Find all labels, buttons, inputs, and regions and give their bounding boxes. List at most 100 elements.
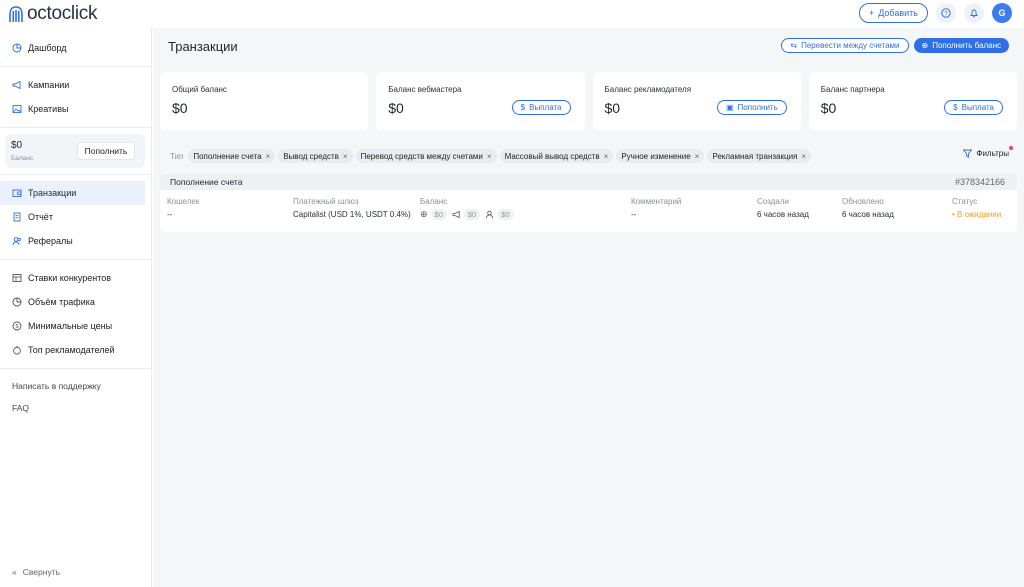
user-icon: [486, 210, 494, 219]
dollar-circle-icon: $: [520, 103, 526, 112]
question-icon: ?: [941, 8, 951, 18]
document-icon: [12, 212, 22, 222]
megaphone-icon: [12, 80, 22, 90]
brand-name: octoclick: [27, 3, 98, 24]
sidebar-item-label: Дашборд: [28, 43, 67, 53]
bell-icon: [970, 9, 978, 18]
help-button[interactable]: ?: [936, 3, 956, 23]
card-value: $0: [172, 100, 188, 116]
sidebar-item-competitor-bids[interactable]: Ставки конкурентов: [0, 266, 145, 290]
card-partner-balance: Баланс партнера $0 $ Выплата: [808, 72, 1017, 130]
divider: [0, 174, 151, 175]
sidebar-item-traffic-volume[interactable]: Объём трафика: [0, 290, 145, 314]
status-value: В ожидании: [957, 210, 1002, 219]
notifications-button[interactable]: [964, 3, 984, 23]
sidebar-item-label: Рефералы: [28, 236, 73, 246]
wallet-icon: ▣: [725, 103, 734, 112]
status-badge: • В ожидании: [952, 210, 1002, 219]
card-label: Баланс вебмастера: [388, 85, 462, 94]
main-content: Транзакции ⇆ Перевести между счетами ⊕ П…: [153, 28, 1024, 587]
button-label: Пополнить: [737, 103, 778, 112]
filter-chip[interactable]: Вывод средств ×: [278, 149, 353, 163]
sidebar-item-label: Ставки конкурентов: [28, 273, 112, 283]
sidebar-item-campaigns[interactable]: Кампании: [0, 73, 145, 97]
filters-button[interactable]: Фильтры: [963, 146, 1013, 158]
sidebar-item-report[interactable]: Отчёт: [0, 205, 145, 229]
pie-chart-icon: [12, 43, 22, 53]
logo[interactable]: octoclick: [8, 3, 97, 25]
double-chevron-left-icon: «: [12, 567, 17, 577]
created-value: 6 часов назад: [757, 210, 809, 219]
transaction-type: Пополнение счета: [170, 177, 243, 187]
chip-label: Вывод средств: [283, 151, 339, 161]
advertiser-balance-chip: $0: [452, 209, 481, 220]
support-link[interactable]: Написать в поддержку: [0, 375, 151, 397]
sidebar-item-min-prices[interactable]: $ Минимальные цены: [0, 314, 145, 338]
faq-link[interactable]: FAQ: [0, 397, 151, 419]
avatar[interactable]: G: [992, 3, 1012, 23]
close-icon[interactable]: ×: [343, 152, 348, 161]
topup-balance-label: Пополнить баланс: [932, 41, 1001, 50]
content-area: Общий баланс $0 Баланс вебмастера $0 $ В…: [153, 64, 1024, 587]
pie-chart-icon: [12, 297, 22, 307]
webmaster-balance-chip: ⊕ $0: [420, 209, 447, 220]
chip-label: Рекламная транзакция: [712, 151, 798, 161]
transfer-label: Перевести между счетами: [801, 41, 900, 50]
transaction-header: Пополнение счета #378342166: [160, 174, 1017, 190]
webmaster-payout-button[interactable]: $ Выплата: [511, 100, 571, 115]
button-label: Выплата: [961, 103, 994, 112]
sidebar-item-label: Кампании: [28, 80, 70, 90]
balance-chip-value: $0: [497, 209, 514, 220]
created-header: Создали: [757, 197, 789, 206]
transaction-details: Кошелек -- Платежный шлюз Capitalist (US…: [160, 190, 1017, 232]
close-icon[interactable]: ×: [266, 152, 271, 161]
plus-circle-icon: ⊕: [921, 41, 929, 50]
filters-label: Фильтры: [976, 149, 1009, 158]
chip-label: Ручное изменение: [621, 151, 691, 161]
close-icon[interactable]: ×: [801, 152, 806, 161]
transaction-card[interactable]: Пополнение счета #378342166 Кошелек -- П…: [160, 174, 1017, 232]
chip-label: Массовый вывод средств: [504, 151, 600, 161]
sidebar-item-top-advertisers[interactable]: Топ рекламодателей: [0, 338, 145, 362]
sidebar-item-dashboard[interactable]: Дашборд: [0, 36, 145, 60]
notification-dot: [1009, 146, 1013, 150]
sidebar-item-creatives[interactable]: Креативы: [0, 97, 145, 121]
status-header: Статус: [952, 197, 978, 206]
close-icon[interactable]: ×: [487, 152, 492, 161]
partner-payout-button[interactable]: $ Выплата: [944, 100, 1003, 115]
filter-chip[interactable]: Ручное изменение ×: [616, 149, 705, 163]
funnel-icon: [963, 149, 973, 158]
divider: [0, 368, 151, 369]
svg-text:$: $: [15, 324, 18, 330]
stopwatch-icon: [12, 345, 22, 355]
divider: [0, 127, 151, 128]
close-icon[interactable]: ×: [695, 152, 700, 161]
sidebar-topup-button[interactable]: Пополнить: [77, 142, 135, 160]
page-header: Транзакции ⇆ Перевести между счетами ⊕ П…: [153, 28, 1024, 64]
octopus-logo-icon: [9, 6, 23, 22]
chip-label: Перевод средств между счетами: [360, 151, 483, 161]
wallet-value: --: [167, 210, 173, 219]
sidebar-item-label: Топ рекламодателей: [28, 345, 115, 355]
partner-balance-chip: $0: [485, 209, 514, 220]
button-label: Выплата: [529, 103, 562, 112]
filter-chip[interactable]: Рекламная транзакция ×: [707, 149, 812, 163]
add-button[interactable]: + Добавить: [858, 3, 928, 23]
wallet-icon: [12, 188, 22, 198]
filter-chip[interactable]: Перевод средств между счетами ×: [355, 149, 497, 163]
collapse-sidebar-button[interactable]: « Свернуть: [12, 567, 60, 577]
image-icon: [12, 104, 22, 114]
add-button-label: Добавить: [878, 8, 918, 18]
sidebar-item-referrals[interactable]: Рефералы: [0, 229, 145, 253]
advertiser-topup-button[interactable]: ▣ Пополнить: [716, 100, 787, 115]
sidebar: Дашборд Кампании Креативы $0 Баланс Попо…: [0, 28, 152, 587]
close-icon[interactable]: ×: [604, 152, 609, 161]
filter-chip[interactable]: Пополнение счета ×: [188, 149, 276, 163]
filter-chip[interactable]: Массовый вывод средств ×: [499, 149, 614, 163]
sidebar-item-transactions[interactable]: Транзакции: [0, 181, 145, 205]
type-filter-label: Тип: [170, 151, 184, 161]
megaphone-icon: [452, 210, 460, 219]
topup-balance-button[interactable]: ⊕ Пополнить баланс: [913, 38, 1009, 53]
transfer-between-accounts-button[interactable]: ⇆ Перевести между счетами: [781, 38, 909, 53]
gateway-header: Платежный шлюз: [293, 197, 359, 206]
